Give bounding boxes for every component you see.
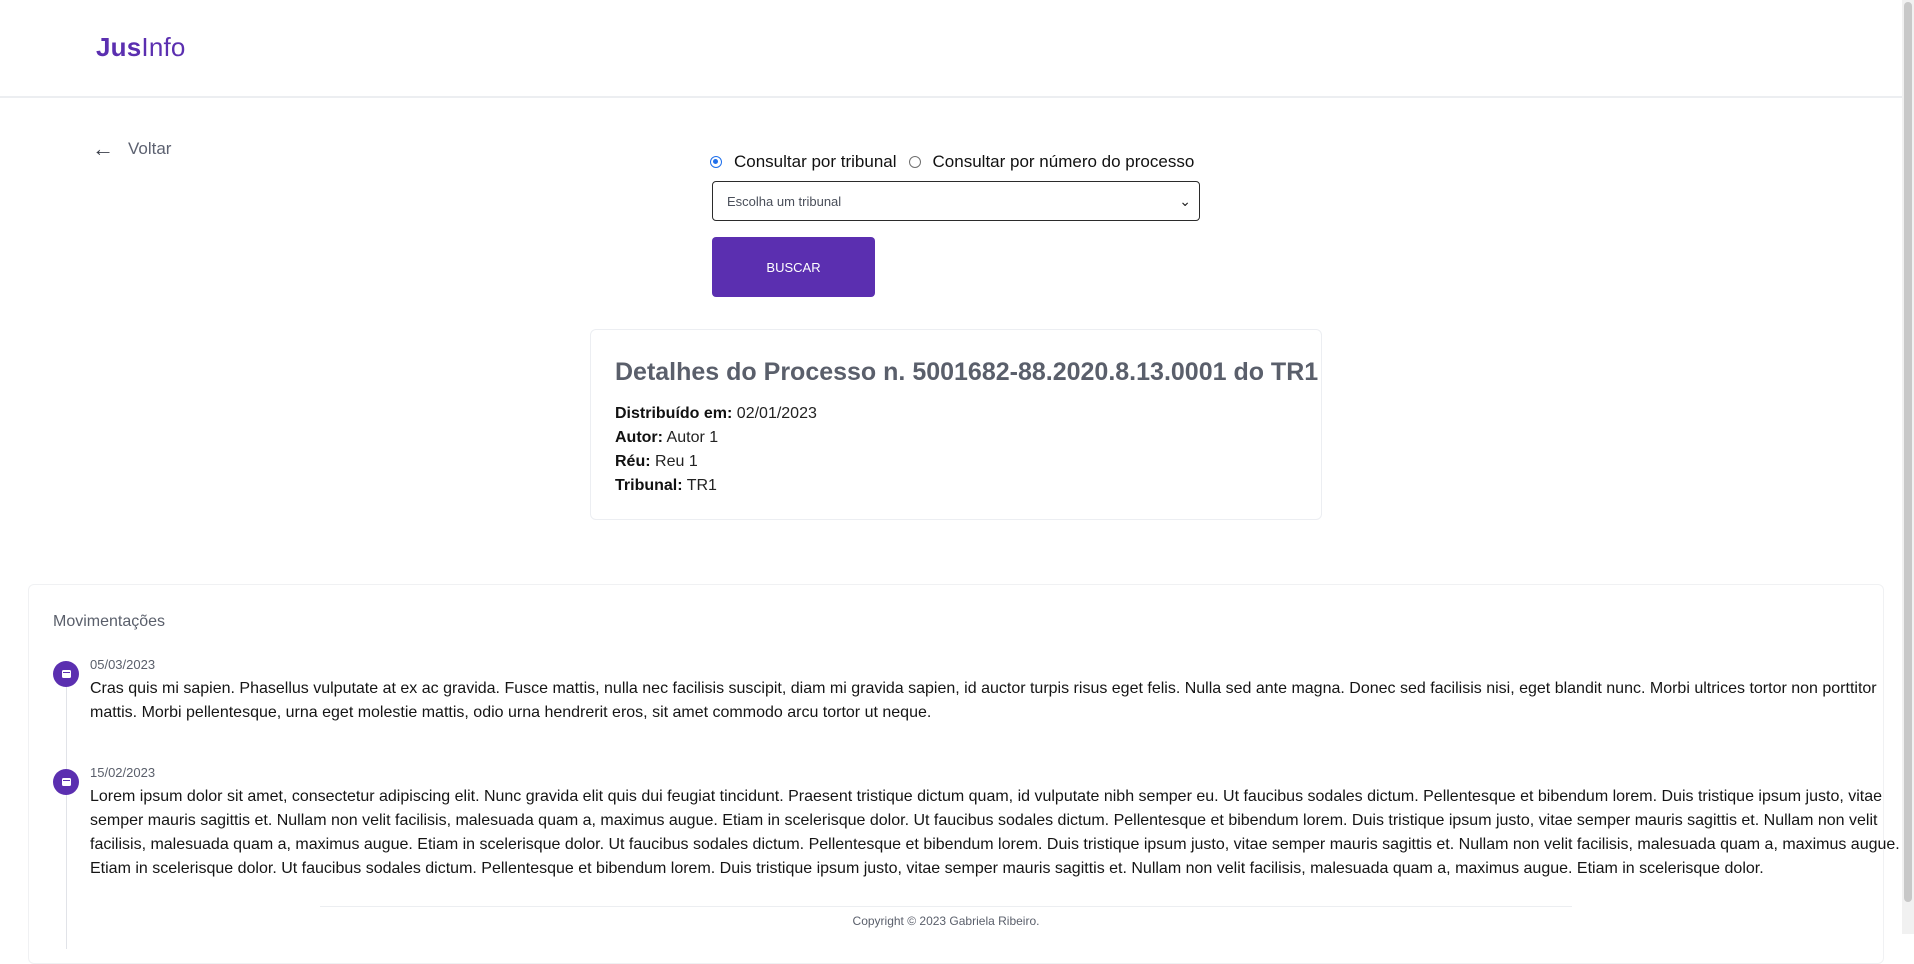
field-distribuido: Distribuído em: 02/01/2023 — [615, 405, 817, 422]
arrow-left-icon: ← — [92, 136, 114, 161]
timeline-line — [66, 669, 67, 949]
movement-date: 15/02/2023 — [90, 765, 156, 780]
footer: Copyright © 2023 Gabriela Ribeiro. — [320, 906, 1572, 935]
radio-label: Consultar por tribunal — [734, 152, 897, 171]
field-autor: Autor: Autor 1 — [615, 429, 719, 446]
radio-consultar-tribunal[interactable]: Consultar por tribunal — [710, 152, 897, 172]
app-header: JusInfo — [0, 0, 1902, 98]
movement-date: 05/03/2023 — [90, 657, 156, 672]
scrollbar-thumb[interactable] — [1904, 2, 1912, 902]
movement-text: Lorem ipsum dolor sit amet, consectetur … — [90, 788, 1900, 877]
scrollbar[interactable] — [1902, 0, 1914, 934]
select-value: Escolha um tribunal — [727, 193, 842, 209]
calendar-icon — [53, 661, 79, 687]
app-logo[interactable]: JusInfo — [96, 32, 186, 63]
search-button[interactable]: BUSCAR — [712, 237, 875, 297]
movement-text: Cras quis mi sapien. Phasellus vulputate… — [90, 680, 1877, 721]
radio-button[interactable] — [710, 156, 722, 168]
calendar-icon — [53, 769, 79, 795]
chevron-down-icon: ⌄ — [1179, 193, 1191, 209]
search-mode-radios: Consultar por tribunal Consultar por núm… — [710, 152, 1206, 172]
radio-button[interactable] — [908, 156, 921, 168]
field-tribunal: Tribunal: TR1 — [615, 477, 717, 494]
tribunal-select[interactable]: Escolha um tribunal ⌄ — [712, 181, 1200, 221]
back-link[interactable]: ← Voltar — [92, 138, 171, 160]
movements-title: Movimentações — [53, 613, 166, 630]
field-reu: Réu: Reu 1 — [615, 453, 698, 470]
process-info: Distribuído em: 02/01/2023 Autor: Autor … — [615, 402, 817, 498]
copyright-text: Copyright © 2023 Gabriela Ribeiro. — [852, 914, 1040, 928]
process-title: Detalhes do Processo n. 5001682-88.2020.… — [615, 358, 1319, 386]
process-details-card: Detalhes do Processo n. 5001682-88.2020.… — [590, 329, 1322, 520]
radio-label: Consultar por número do processo — [932, 152, 1195, 171]
back-label: Voltar — [128, 139, 172, 158]
logo-strong: Jus — [96, 32, 142, 62]
logo-rest: Info — [141, 32, 186, 62]
radio-consultar-numero[interactable]: Consultar por número do processo — [908, 152, 1195, 172]
